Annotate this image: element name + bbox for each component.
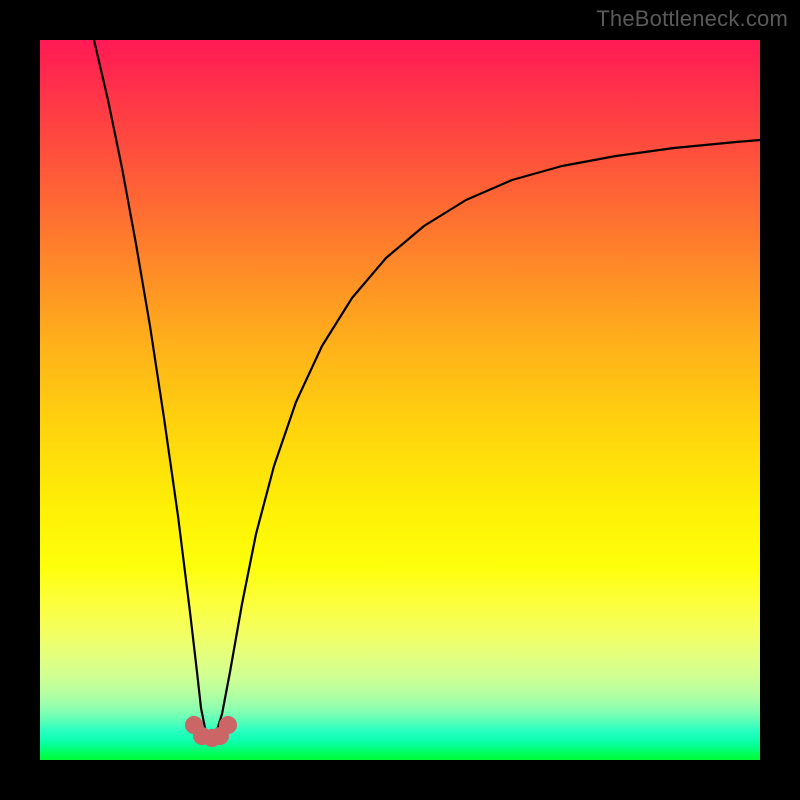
plot-area [40,40,760,760]
watermark-text: TheBottleneck.com [596,6,788,32]
heat-gradient-background [40,40,760,760]
chart-frame: TheBottleneck.com [0,0,800,800]
